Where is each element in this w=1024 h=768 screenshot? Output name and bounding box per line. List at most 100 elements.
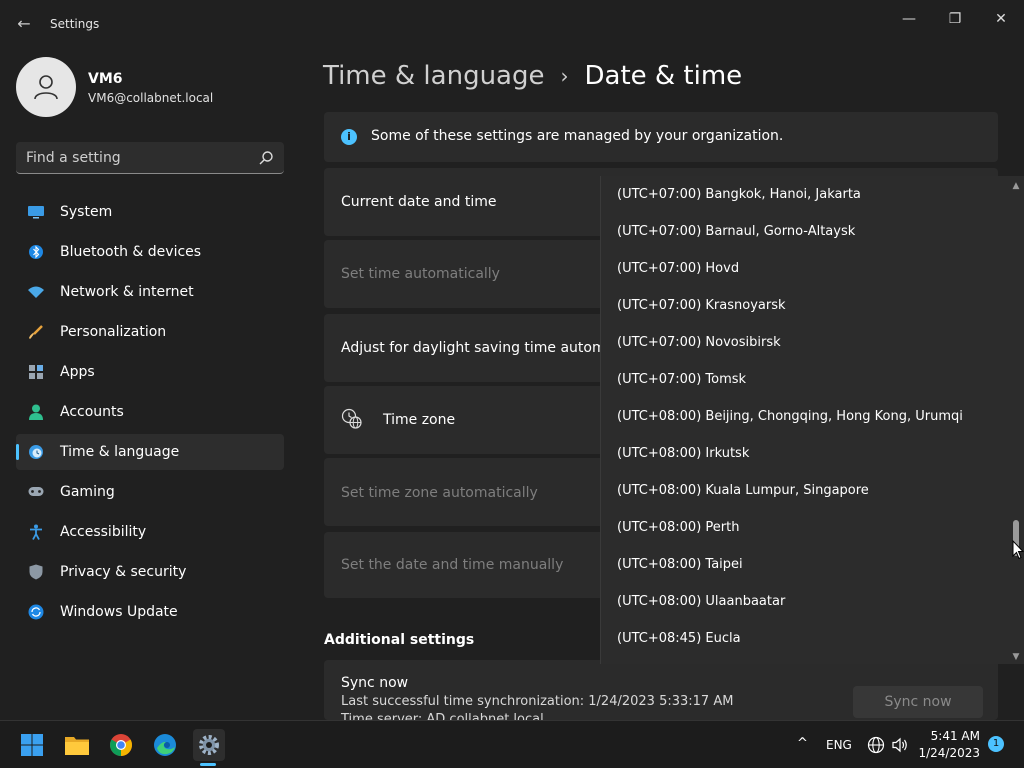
maximize-button[interactable]: ❐ — [932, 4, 978, 34]
sidebar-item-label: Accounts — [60, 404, 124, 420]
timezone-option[interactable]: (UTC+07:00) Hovd — [617, 250, 739, 287]
chrome-icon — [110, 734, 132, 756]
close-button[interactable]: ✕ — [978, 4, 1024, 34]
chrome-button[interactable] — [105, 729, 137, 761]
sidebar-item-label: Windows Update — [60, 604, 178, 620]
timezone-option[interactable]: (UTC+08:00) Irkutsk — [617, 435, 749, 472]
time-zone-globe-icon — [341, 408, 362, 429]
timezone-option[interactable]: (UTC+07:00) Barnaul, Gorno-Altaysk — [617, 213, 855, 250]
settings-icon — [199, 735, 219, 755]
timezone-option[interactable]: (UTC+07:00) Bangkok, Hanoi, Jakarta — [617, 176, 861, 213]
sync-now-button[interactable]: Sync now — [853, 686, 983, 718]
card-label: Time zone — [383, 412, 456, 428]
sidebar-item-personalization[interactable]: Personalization — [16, 314, 284, 350]
timezone-option[interactable]: (UTC+07:00) Krasnoyarsk — [617, 287, 786, 324]
sidebar-item-label: Apps — [60, 364, 95, 380]
settings-taskbar-button[interactable] — [193, 729, 225, 761]
avatar[interactable] — [16, 57, 76, 117]
volume-icon[interactable] — [891, 736, 909, 754]
sidebar-item-label: Gaming — [60, 484, 115, 500]
timezone-option[interactable]: (UTC+08:00) Beijing, Chongqing, Hong Kon… — [617, 398, 963, 435]
sidebar-item-label: Time & language — [60, 444, 180, 460]
card-label: Set time zone automatically — [341, 485, 538, 501]
back-button[interactable]: ← — [12, 12, 36, 36]
sidebar-item-bluetooth[interactable]: Bluetooth & devices — [16, 234, 284, 270]
apps-icon — [28, 364, 44, 380]
info-text: Some of these settings are managed by yo… — [371, 128, 784, 144]
sidebar-item-system[interactable]: System — [16, 194, 284, 230]
sidebar-item-accounts[interactable]: Accounts — [16, 394, 284, 430]
user-email: VM6@collabnet.local — [88, 91, 214, 105]
sidebar-item-windows-update[interactable]: Windows Update — [16, 594, 284, 630]
scroll-down-arrow-icon[interactable]: ▼ — [1011, 652, 1021, 662]
start-button[interactable] — [16, 729, 48, 761]
network-globe-icon[interactable] — [867, 736, 885, 754]
timezone-option[interactable]: (UTC+08:45) Eucla — [617, 620, 741, 657]
clock-date[interactable]: 1/24/2023 — [918, 746, 980, 760]
active-app-indicator — [200, 763, 216, 766]
user-name: VM6 — [88, 71, 123, 87]
timezone-option[interactable]: (UTC+08:00) Perth — [617, 509, 739, 546]
card-label: Adjust for daylight saving time automati… — [341, 340, 640, 356]
sidebar-item-label: System — [60, 204, 113, 220]
accessibility-icon — [28, 524, 44, 540]
sidebar-item-privacy[interactable]: Privacy & security — [16, 554, 284, 590]
timezone-option[interactable]: (UTC+08:00) Taipei — [617, 546, 743, 583]
edge-icon — [154, 734, 176, 756]
timezone-option[interactable]: (UTC+07:00) Novosibirsk — [617, 324, 781, 361]
sidebar-item-label: Privacy & security — [60, 564, 187, 580]
last-sync-text: Last successful time synchronization: 1/… — [341, 694, 734, 709]
tray-chevron-icon[interactable]: ^ — [797, 736, 808, 751]
brush-icon — [28, 324, 44, 340]
breadcrumb: Time & language › Date & time — [323, 58, 742, 94]
file-explorer-button[interactable] — [61, 729, 93, 761]
card-label: Set the date and time manually — [341, 557, 564, 573]
timezone-option[interactable]: (UTC+08:00) Ulaanbaatar — [617, 583, 785, 620]
timezone-option[interactable]: (UTC+08:00) Kuala Lumpur, Singapore — [617, 472, 869, 509]
monitor-icon — [28, 204, 44, 220]
info-icon: i — [341, 129, 357, 145]
notification-badge[interactable]: 1 — [988, 736, 1004, 752]
gamepad-icon — [28, 484, 44, 500]
minimize-button[interactable]: — — [886, 4, 932, 34]
language-indicator[interactable]: ENG — [826, 738, 852, 752]
sidebar: VM6 VM6@collabnet.local System Bluetooth… — [0, 48, 300, 724]
search-box[interactable] — [16, 142, 284, 174]
person-icon — [28, 404, 44, 420]
chevron-right-icon: › — [560, 64, 569, 88]
search-icon[interactable] — [258, 150, 274, 166]
managed-info-bar: i Some of these settings are managed by … — [324, 112, 998, 162]
sidebar-item-network[interactable]: Network & internet — [16, 274, 284, 310]
card-label: Current date and time — [341, 194, 497, 210]
sync-title: Sync now — [341, 675, 409, 691]
bluetooth-icon — [28, 244, 44, 260]
sidebar-item-accessibility[interactable]: Accessibility — [16, 514, 284, 550]
search-input[interactable] — [26, 148, 246, 168]
title-bar: ← Settings — ❐ ✕ — [0, 0, 1024, 48]
nav-list: System Bluetooth & devices Network & int… — [16, 194, 284, 634]
clock-time[interactable]: 5:41 AM — [918, 729, 980, 743]
scroll-up-arrow-icon[interactable]: ▲ — [1011, 181, 1021, 191]
clock-globe-icon — [28, 444, 44, 460]
wifi-icon — [28, 284, 44, 300]
start-icon — [21, 734, 43, 756]
breadcrumb-parent[interactable]: Time & language — [323, 61, 544, 91]
update-icon — [28, 604, 44, 620]
file-explorer-icon — [65, 737, 89, 755]
edge-button[interactable] — [149, 729, 181, 761]
sidebar-item-apps[interactable]: Apps — [16, 354, 284, 390]
additional-settings-title: Additional settings — [324, 632, 475, 648]
sidebar-item-label: Accessibility — [60, 524, 147, 540]
page-title: Date & time — [584, 61, 743, 91]
mouse-cursor-icon — [1012, 540, 1024, 560]
timezone-option[interactable]: (UTC+07:00) Tomsk — [617, 361, 746, 398]
app-title: Settings — [50, 17, 100, 31]
sync-card: Sync now Last successful time synchroniz… — [324, 660, 998, 720]
card-label: Set time automatically — [341, 266, 500, 282]
time-zone-dropdown-list[interactable]: (UTC+07:00) Bangkok, Hanoi, Jakarta (UTC… — [600, 176, 1024, 664]
sidebar-item-gaming[interactable]: Gaming — [16, 474, 284, 510]
dropdown-scrollbar[interactable]: ▲ ▼ — [1008, 176, 1024, 664]
sidebar-item-label: Bluetooth & devices — [60, 244, 202, 260]
taskbar: ^ ENG 5:41 AM 1/24/2023 1 — [0, 720, 1024, 768]
sidebar-item-time-language[interactable]: Time & language — [16, 434, 284, 470]
